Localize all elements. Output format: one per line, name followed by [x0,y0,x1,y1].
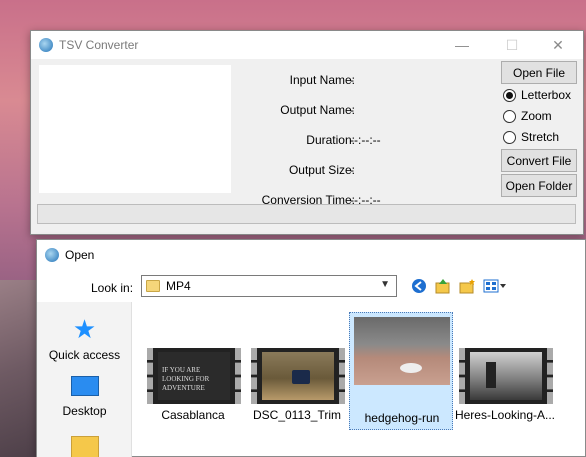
look-in-value: MP4 [166,279,191,293]
open-folder-button[interactable]: Open Folder [501,174,577,197]
open-file-button[interactable]: Open File [501,61,577,84]
input-name-label: Input Name: [289,73,355,87]
stretch-radio[interactable]: Stretch [503,130,559,144]
zoom-radio[interactable]: Zoom [503,109,552,123]
radio-indicator[interactable] [503,88,516,102]
radio-indicator[interactable] [503,130,516,144]
app-icon [39,38,53,52]
hedgehog-shape [400,363,422,373]
look-in-dropdown[interactable]: MP4 ▼ [141,275,397,297]
dialog-title: Open [65,248,95,262]
letterbox-label: Letterbox [521,88,572,102]
up-folder-icon[interactable] [435,278,451,294]
output-size-label: Output Size: [288,163,355,177]
zoom-label: Zoom [521,109,552,123]
maximize-button: ☐ [505,36,519,53]
desktop-label: Desktop [62,404,107,418]
field-labels: Input Name: Output Name: Duration: Outpu… [241,65,355,215]
file-name: Casablanca [161,408,225,422]
open-file-dialog: Open Look in: MP4 ▼ ★ Quick access Deskt… [36,239,586,457]
field-values: - - --:--:-- - --:--:-- [350,65,470,215]
documents-place[interactable] [37,436,132,457]
file-item-dsc-0113-trim[interactable]: DSC_0113_Trim [245,312,349,430]
output-name-value: - [350,103,354,117]
window-title: TSV Converter [59,38,139,52]
file-list: IF YOU ARE LOOKING FOR ADVENTURE Casabla… [135,302,586,457]
chevron-down-icon[interactable]: ▼ [380,279,390,290]
duration-value: --:--:-- [350,133,381,147]
file-name: Heres-Looking-A... [454,408,556,422]
look-in-label: Look in: [91,281,134,295]
thumbnail-text: IF YOU ARE LOOKING FOR ADVENTURE [158,352,230,400]
file-item-hedgehog-run[interactable]: hedgehog-run [349,312,453,430]
close-button[interactable]: ✕ [535,31,581,59]
stretch-label: Stretch [521,130,560,144]
file-name: DSC_0113_Trim [252,408,342,422]
input-name-value: - [350,73,354,87]
app-icon [45,248,59,262]
output-size-value: - [350,163,354,177]
video-thumbnail: IF YOU ARE LOOKING FOR ADVENTURE [147,348,241,404]
letterbox-radio[interactable]: Letterbox [503,88,571,102]
dialog-title-bar[interactable]: Open [37,240,585,270]
new-folder-icon[interactable] [459,278,475,294]
convert-file-button[interactable]: Convert File [501,149,577,172]
documents-folder-icon [70,436,99,457]
file-item-casablanca[interactable]: IF YOU ARE LOOKING FOR ADVENTURE Casabla… [141,312,245,430]
file-name: hedgehog-run [364,411,440,425]
video-thumbnail [354,317,450,385]
quick-access-place[interactable]: ★ Quick access [37,316,132,362]
file-item-heres-looking[interactable]: Heres-Looking-A... [453,312,557,430]
thumbnail-frame [354,317,450,385]
minimize-button[interactable]: — [439,31,485,59]
conversion-progress-bar [37,204,576,224]
output-name-label: Output Name: [280,103,355,117]
mug-shape [292,370,310,384]
view-menu-icon[interactable] [483,278,507,294]
video-preview [39,65,231,193]
radio-indicator[interactable] [503,109,516,123]
video-thumbnail [251,348,345,404]
title-bar[interactable]: TSV Converter — ☐ ✕ [31,31,583,59]
quick-access-label: Quick access [48,348,121,362]
places-bar: ★ Quick access Desktop [37,302,132,457]
video-thumbnail [459,348,553,404]
thumbnail-frame [262,352,334,400]
back-arrow-icon[interactable] [411,278,427,294]
thumbnail-frame [470,352,542,400]
desktop-icon [70,376,99,396]
folder-icon [146,280,160,292]
desktop-background [0,280,40,457]
dialog-toolbar: Look in: MP4 ▼ [37,275,585,301]
tsv-converter-window: TSV Converter — ☐ ✕ Input Name: Output N… [30,30,584,235]
figure-shape [486,362,496,388]
desktop-place[interactable]: Desktop [37,376,132,418]
duration-label: Duration: [306,133,355,147]
quick-access-star-icon: ★ [72,314,97,344]
